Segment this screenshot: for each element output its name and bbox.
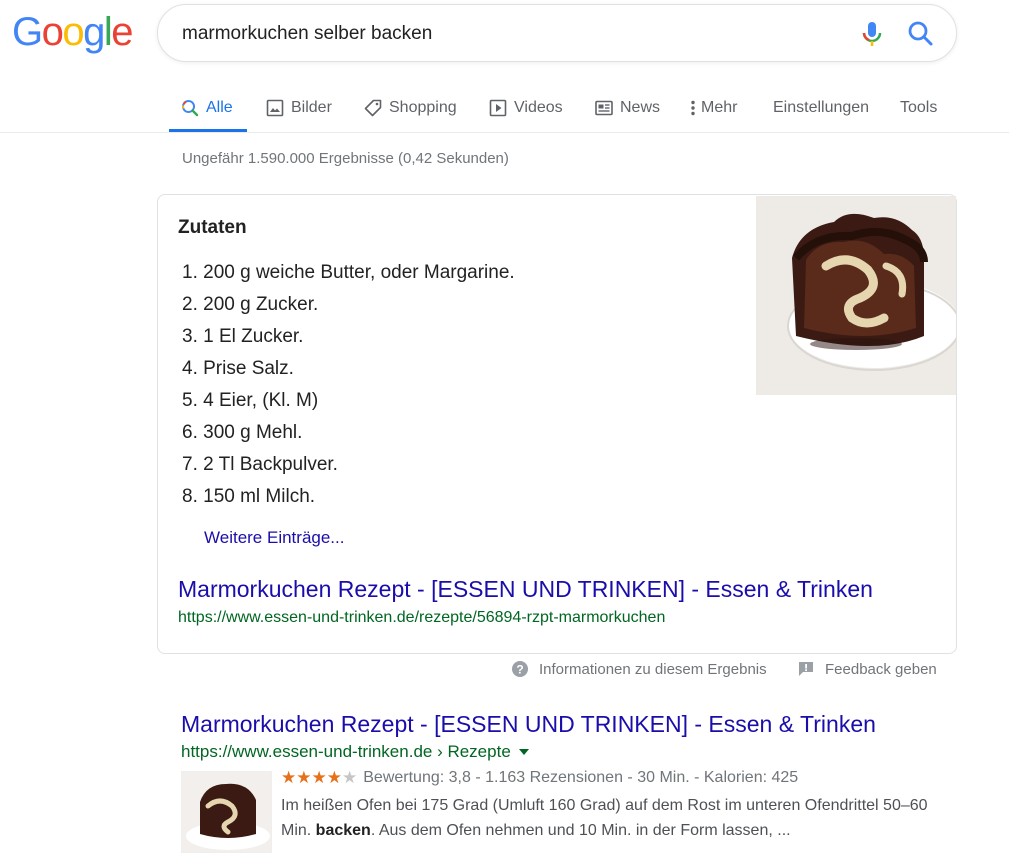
- result-stats: Ungefähr 1.590.000 Ergebnisse (0,42 Seku…: [182, 150, 509, 167]
- about-result-label: Informationen zu diesem Ergebnis: [539, 660, 767, 678]
- tag-icon: [364, 99, 382, 117]
- result-thumbnail[interactable]: [181, 771, 272, 853]
- snippet-text: . Aus dem Ofen nehmen und 10 Min. in der…: [370, 822, 791, 839]
- marble-cake-image[interactable]: [756, 196, 961, 395]
- tab-label: Bilder: [291, 99, 332, 116]
- list-item: 8. 150 ml Milch.: [182, 486, 316, 507]
- about-result-link[interactable]: ? Informationen zu diesem Ergebnis: [511, 658, 767, 680]
- microphone-icon[interactable]: [861, 20, 883, 50]
- logo-letter: l: [103, 10, 113, 54]
- tab-news[interactable]: News: [595, 84, 660, 132]
- list-item: 2. 200 g Zucker.: [182, 294, 319, 315]
- tab-label: Videos: [514, 99, 563, 116]
- feedback-link[interactable]: Feedback geben: [797, 658, 937, 680]
- more-items-link[interactable]: Weitere Einträge...: [204, 528, 344, 548]
- newspaper-icon: [595, 99, 613, 117]
- caret-down-icon[interactable]: [518, 749, 529, 755]
- tab-label: Alle: [206, 99, 233, 116]
- tab-label: Mehr: [701, 99, 738, 116]
- tab-einstellungen[interactable]: Einstellungen: [773, 84, 869, 132]
- snippet-highlight: backen: [315, 822, 371, 839]
- search-input[interactable]: [182, 19, 842, 49]
- star-icon: ★: [311, 768, 327, 787]
- tab-videos[interactable]: Videos: [489, 84, 563, 132]
- list-item: 4. Prise Salz.: [182, 358, 294, 379]
- search-box: [157, 4, 957, 62]
- search-icon[interactable]: [906, 19, 936, 49]
- logo-letter: G: [12, 10, 43, 54]
- tab-label: Einstellungen: [773, 99, 870, 116]
- logo-letter: e: [111, 10, 133, 54]
- logo-letter: o: [41, 10, 64, 54]
- result-url-text: https://www.essen-und-trinken.de › Rezep…: [181, 742, 511, 761]
- ingredient-list: 1. 200 g weiche Butter, oder Margarine. …: [182, 257, 515, 513]
- help-icon: ?: [512, 661, 528, 677]
- more-vert-icon: [690, 99, 696, 117]
- tab-shopping[interactable]: Shopping: [364, 84, 457, 132]
- list-item: 1. 200 g weiche Butter, oder Margarine.: [182, 262, 515, 283]
- list-item: 6. 300 g Mehl.: [182, 422, 303, 443]
- list-item: 7. 2 Tl Backpulver.: [182, 454, 338, 475]
- result-title-link[interactable]: Marmorkuchen Rezept - [ESSEN UND TRINKEN…: [181, 711, 876, 738]
- tab-mehr[interactable]: Mehr: [690, 84, 737, 132]
- tab-bilder[interactable]: Bilder: [266, 84, 332, 132]
- tab-tools[interactable]: Tools: [900, 84, 937, 132]
- tab-label: Tools: [900, 99, 938, 116]
- star-icon: ★: [281, 768, 297, 787]
- star-icon: ★: [326, 768, 342, 787]
- svg-text:?: ?: [516, 663, 523, 677]
- rating-stars: ★ ★ ★ ★ ★: [281, 769, 357, 787]
- logo-letter: g: [83, 10, 105, 54]
- image-icon: [266, 99, 284, 117]
- snippet-heading: Zutaten: [178, 217, 247, 238]
- play-icon: [489, 99, 507, 117]
- list-item: 3. 1 El Zucker.: [182, 326, 304, 347]
- tab-alle[interactable]: Alle: [169, 84, 247, 132]
- result-rating: ★ ★ ★ ★ ★ Bewertung: 3,8 - 1.163 Rezensi…: [281, 769, 798, 787]
- snippet-url: https://www.essen-und-trinken.de/rezepte…: [178, 609, 666, 626]
- list-item: 5. 4 Eier, (Kl. M): [182, 390, 319, 411]
- search-tabs: Alle Bilder Shopping Videos News Mehr Ei…: [0, 84, 1009, 133]
- rating-text: Bewertung: 3,8 - 1.163 Rezensionen - 30 …: [363, 769, 799, 786]
- result-snippet: Im heißen Ofen bei 175 Grad (Umluft 160 …: [281, 793, 931, 843]
- search-icon: [181, 99, 199, 117]
- star-icon: ★: [296, 768, 312, 787]
- feedback-label: Feedback geben: [825, 660, 937, 678]
- feedback-icon: [799, 662, 813, 676]
- tab-label: News: [620, 99, 661, 116]
- star-icon: ★: [342, 768, 358, 787]
- featured-snippet: Zutaten 1. 200 g weiche Butter, oder Mar…: [157, 194, 961, 654]
- google-logo[interactable]: Google: [12, 10, 133, 54]
- result-url: https://www.essen-und-trinken.de › Rezep…: [181, 742, 529, 762]
- tab-label: Shopping: [389, 99, 457, 116]
- snippet-title-link[interactable]: Marmorkuchen Rezept - [ESSEN UND TRINKEN…: [178, 576, 873, 603]
- logo-letter: o: [62, 10, 84, 54]
